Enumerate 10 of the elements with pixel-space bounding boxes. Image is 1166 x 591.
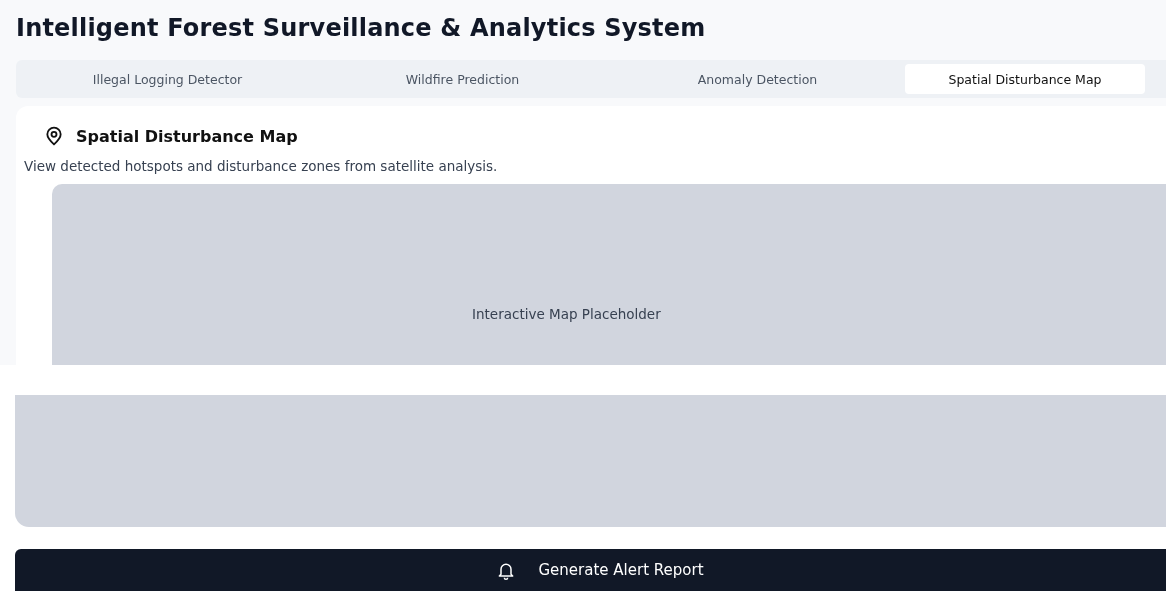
map-placeholder-text: Interactive Map Placeholder <box>472 306 661 322</box>
page-title: Intelligent Forest Surveillance & Analytics System <box>16 13 707 44</box>
tab[interactable]: Spatial Disturbance Map <box>905 64 1145 94</box>
location-icon <box>44 126 64 146</box>
tab[interactable]: Wildfire Prediction <box>315 64 610 94</box>
panel-heading: Spatial Disturbance Map <box>76 126 298 146</box>
tab[interactable]: Anomaly Detection <box>610 64 905 94</box>
tab[interactable]: Illegal Logging Detector <box>20 64 315 94</box>
generate-report-button[interactable]: Generate Alert Report <box>15 549 1166 591</box>
panel-description: View detected hotspots and disturbance zones from satellite analysis. <box>24 158 499 174</box>
